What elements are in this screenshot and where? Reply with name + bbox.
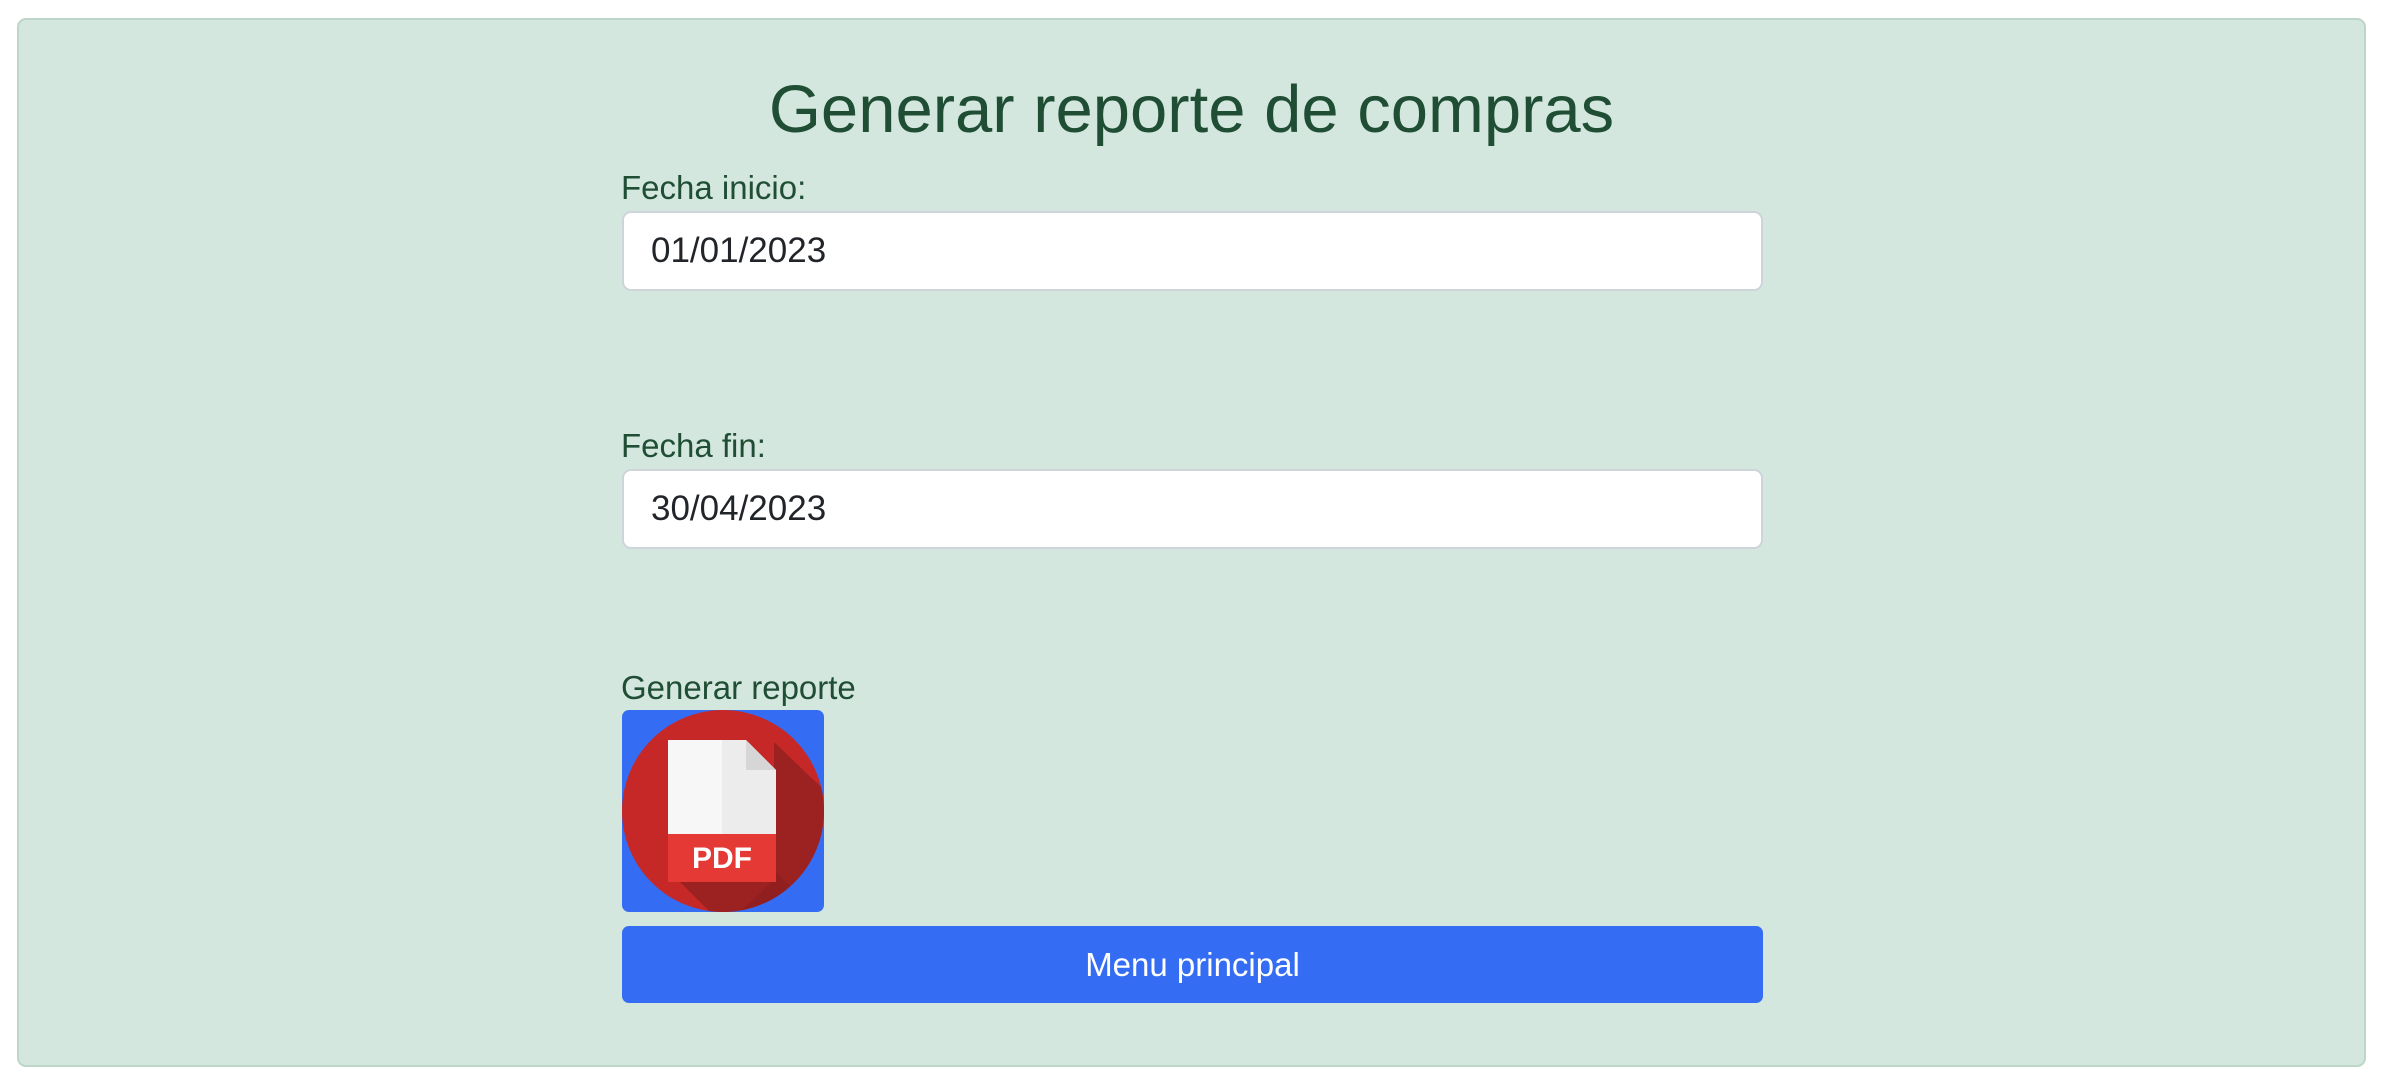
start-date-label: Fecha inicio: — [621, 169, 807, 206]
end-date-input[interactable] — [622, 469, 1763, 549]
page-title: Generar reporte de compras — [768, 72, 1615, 147]
report-panel: Generar reporte de compras Fecha inicio:… — [17, 18, 2366, 1067]
generate-pdf-button[interactable]: PDF — [622, 710, 824, 912]
start-date-input[interactable] — [622, 211, 1763, 291]
pdf-file-icon: PDF — [622, 710, 824, 912]
pdf-label: PDF — [692, 842, 752, 875]
end-date-label: Fecha fin: — [621, 427, 766, 464]
main-menu-button[interactable]: Menu principal — [622, 926, 1763, 1003]
generate-report-label: Generar reporte — [621, 669, 856, 706]
